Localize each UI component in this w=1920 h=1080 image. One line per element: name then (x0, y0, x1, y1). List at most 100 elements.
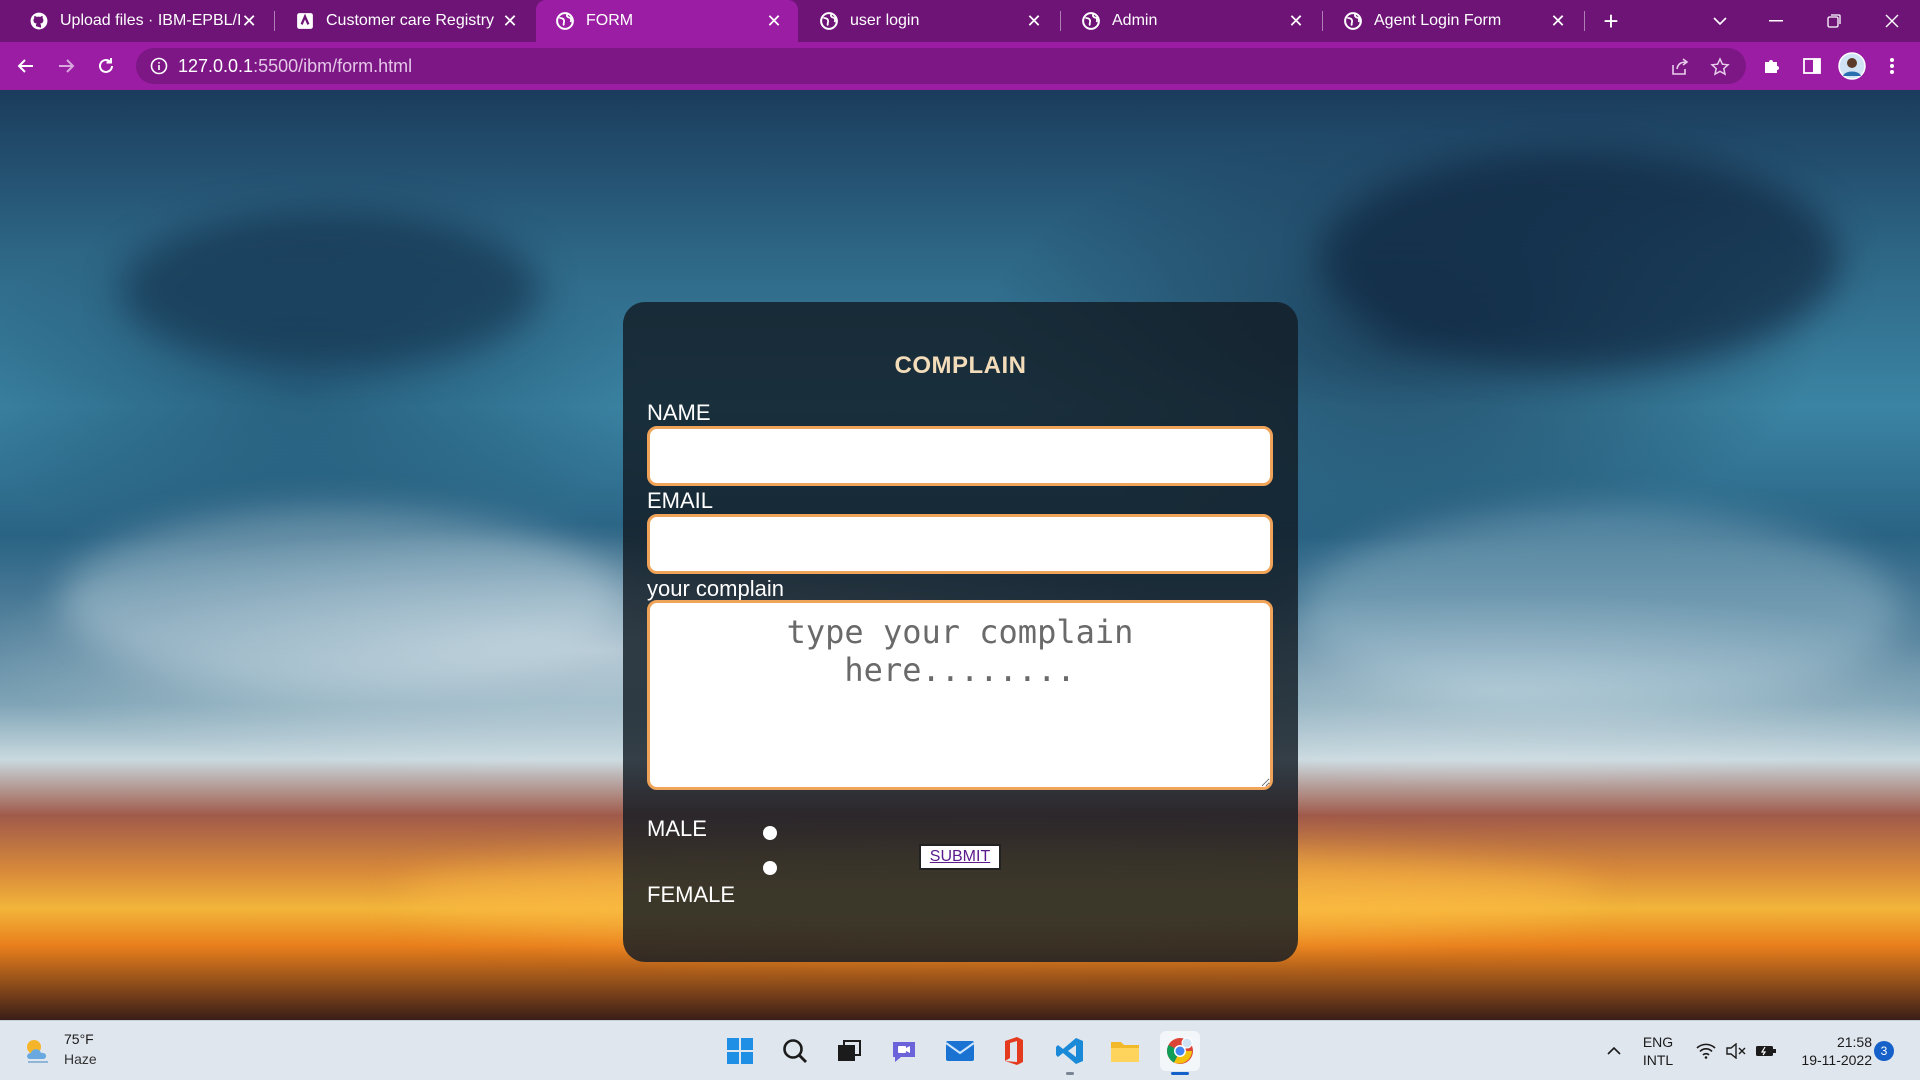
url-host: 127.0.0.1 (178, 56, 254, 76)
volume-status[interactable] (1720, 1021, 1752, 1080)
side-panel-icon (1803, 58, 1821, 74)
close-icon[interactable]: ✕ (240, 11, 258, 31)
tab-admin[interactable]: Admin ✕ (1062, 0, 1320, 42)
share-icon[interactable] (1670, 57, 1690, 77)
page-viewport: COMPLAIN NAME EMAIL your complain MALE F… (0, 90, 1920, 1020)
search-icon (783, 1039, 807, 1063)
tab-title: Customer care Registry (326, 12, 495, 29)
weather-haze-icon[interactable] (22, 1035, 56, 1065)
wifi-status[interactable] (1690, 1021, 1722, 1080)
task-view-icon (838, 1040, 861, 1061)
show-hidden-icons-button[interactable] (1596, 1021, 1632, 1080)
chrome-app-button[interactable] (1160, 1031, 1200, 1075)
email-label: EMAIL (647, 488, 714, 513)
office-app-button[interactable] (994, 1031, 1034, 1071)
mail-app-button[interactable] (940, 1031, 980, 1071)
folder-icon (1111, 1042, 1139, 1062)
globe-icon (1082, 12, 1100, 30)
new-tab-button[interactable]: + (1596, 6, 1626, 36)
clock[interactable]: 21:58 19-11-2022 (1786, 1021, 1872, 1080)
background-cloud (60, 510, 620, 690)
close-icon[interactable]: ✕ (1286, 11, 1306, 31)
side-panel-button[interactable] (1796, 50, 1828, 82)
tab-strip: Upload files · IBM-EPBL/IBM ✕ Customer c… (0, 0, 1920, 42)
tab-search-button[interactable] (1692, 0, 1748, 42)
back-button[interactable] (10, 50, 42, 82)
extensions-button[interactable] (1756, 50, 1788, 82)
complain-label: your complain (647, 576, 784, 601)
puzzle-icon (1765, 60, 1779, 73)
tab-agent-login[interactable]: Agent Login Form ✕ (1324, 0, 1582, 42)
vscode-app-button[interactable] (1050, 1031, 1090, 1075)
wifi-icon (1696, 1043, 1716, 1059)
address-bar[interactable]: 127.0.0.1:5500/ibm/form.html (136, 48, 1746, 84)
keyboard-layout: INTL (1642, 1052, 1674, 1068)
name-input[interactable] (647, 426, 1273, 486)
forward-button[interactable] (50, 50, 82, 82)
close-icon[interactable]: ✕ (764, 11, 784, 31)
arrow-left-icon (17, 59, 33, 73)
tab-user-login[interactable]: user login ✕ (800, 0, 1058, 42)
background-cloud (120, 210, 540, 370)
start-button[interactable] (720, 1031, 760, 1071)
chevron-down-icon (1713, 17, 1727, 26)
tab-title: Agent Login Form (1374, 12, 1502, 29)
female-radio[interactable] (763, 861, 777, 875)
chat-app-button[interactable] (884, 1031, 924, 1071)
female-label: FEMALE (647, 882, 736, 907)
battery-status[interactable] (1750, 1021, 1782, 1080)
tab-title: Admin (1112, 12, 1158, 29)
close-icon[interactable]: ✕ (1024, 11, 1044, 31)
running-indicator (1066, 1072, 1074, 1075)
close-icon (1885, 14, 1899, 28)
tab-upload-files[interactable]: Upload files · IBM-EPBL/IBM ✕ (10, 0, 272, 42)
avatar (1838, 52, 1866, 80)
profile-button[interactable] (1836, 50, 1868, 82)
arrow-right-icon (59, 59, 75, 73)
globe-icon (820, 12, 838, 30)
tab-form[interactable]: FORM ✕ (536, 0, 798, 42)
male-radio[interactable] (763, 826, 777, 840)
notification-badge[interactable]: 3 (1874, 1041, 1894, 1061)
mail-icon (945, 1041, 975, 1061)
clock-date: 19-11-2022 (1801, 1052, 1872, 1068)
complain-form: COMPLAIN NAME EMAIL your complain MALE F… (623, 302, 1298, 962)
office-icon (1005, 1037, 1023, 1065)
clock-time: 21:58 (1836, 1034, 1872, 1050)
taskbar: 75°F Haze ENG INTL 21:58 19-11-2022 3 (0, 1020, 1920, 1080)
file-explorer-button[interactable] (1105, 1031, 1145, 1071)
tab-title: user login (850, 12, 920, 29)
tab-customer-care[interactable]: Customer care Registry ✕ (276, 0, 534, 42)
tab-title: Upload files · IBM-EPBL/IBM (60, 12, 241, 29)
active-indicator (1171, 1072, 1189, 1075)
background-cloud (1300, 510, 1900, 710)
url-path: :5500/ibm/form.html (253, 56, 413, 76)
email-input[interactable] (647, 514, 1273, 574)
name-label: NAME (647, 400, 711, 425)
vscode-icon (1056, 1038, 1083, 1064)
restore-button[interactable] (1806, 0, 1862, 42)
globe-icon (1344, 12, 1362, 30)
task-view-button[interactable] (829, 1031, 869, 1071)
star-icon[interactable] (1710, 57, 1730, 77)
language-indicator[interactable]: ENG INTL (1634, 1021, 1682, 1080)
chrome-icon (1167, 1037, 1193, 1064)
more-vert-icon (1890, 58, 1894, 74)
windows-icon (727, 1038, 753, 1064)
restore-icon (1827, 14, 1841, 28)
globe-icon (556, 12, 574, 30)
tab-separator (1322, 11, 1323, 31)
reload-button[interactable] (90, 50, 122, 82)
menu-button[interactable] (1876, 50, 1908, 82)
close-icon[interactable]: ✕ (500, 11, 520, 31)
language-code: ENG (1642, 1034, 1674, 1050)
minimize-button[interactable] (1748, 0, 1804, 42)
browser-toolbar: 127.0.0.1:5500/ibm/form.html (0, 42, 1920, 90)
complain-textarea[interactable] (647, 600, 1273, 790)
tab-separator (274, 11, 275, 31)
submit-button[interactable]: SUBMIT (919, 844, 1001, 870)
close-window-button[interactable] (1864, 0, 1920, 42)
search-button[interactable] (775, 1031, 815, 1071)
info-icon[interactable] (150, 57, 168, 75)
close-icon[interactable]: ✕ (1548, 11, 1568, 31)
